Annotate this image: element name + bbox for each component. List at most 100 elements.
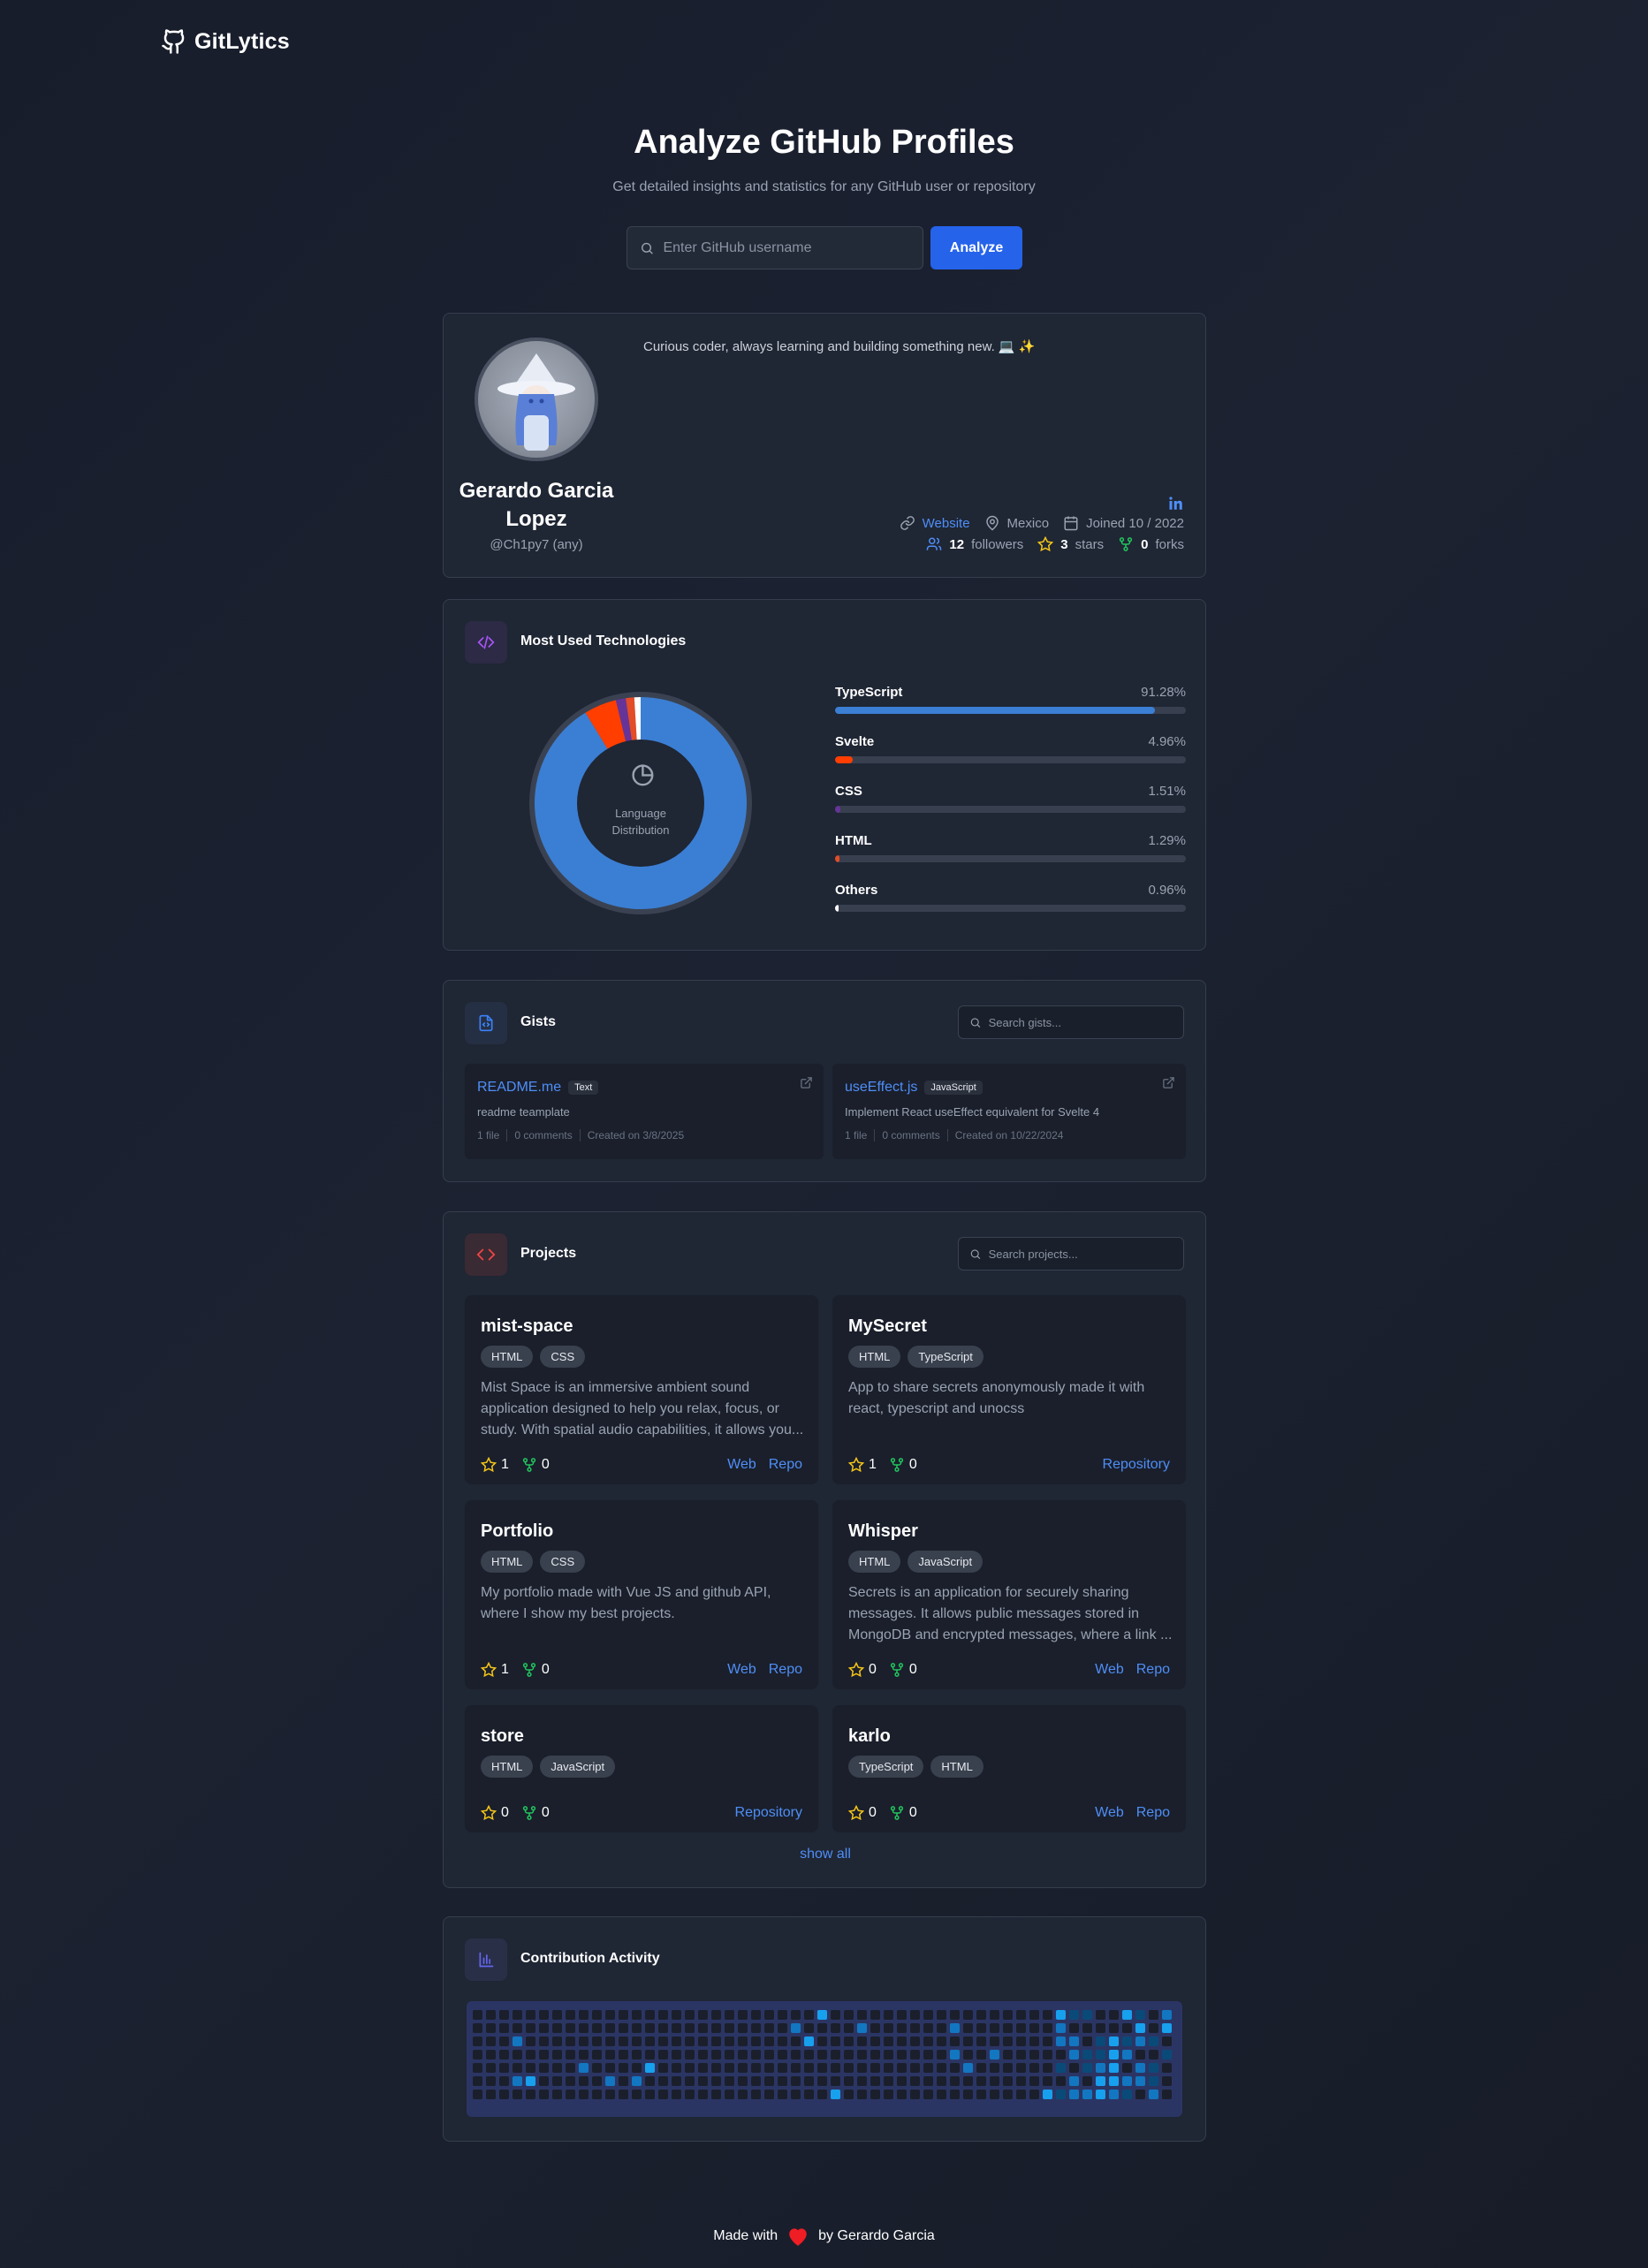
project-link-web[interactable]: Web (1095, 1805, 1124, 1821)
contribution-cell (619, 2063, 628, 2073)
project-card[interactable]: Portfolio HTML CSS My portfolio made with V… (465, 1500, 818, 1689)
external-link-icon[interactable] (800, 1076, 813, 1094)
contribution-cell (658, 2090, 668, 2099)
gist-card[interactable]: useEffect.js JavaScript Implement React … (832, 1064, 1186, 1159)
project-link-repo[interactable]: Repo (1136, 1662, 1170, 1678)
contribution-cell (950, 2076, 960, 2086)
project-name[interactable]: store (481, 1726, 524, 1747)
location: Mexico (1006, 515, 1050, 531)
contribution-cell (658, 2063, 668, 2073)
project-name[interactable]: Portfolio (481, 1521, 553, 1542)
contribution-cell (1122, 2063, 1132, 2073)
contribution-cell (539, 2010, 549, 2020)
projects-search-input[interactable] (988, 1247, 1173, 1261)
contribution-cell (1109, 2076, 1119, 2086)
contribution-cell (950, 2023, 960, 2033)
contribution-cell (526, 2076, 535, 2086)
search-icon (642, 242, 653, 254)
fork-icon (522, 1806, 536, 1820)
show-all-link[interactable]: show all (444, 1847, 1207, 1862)
contribution-cell (711, 2023, 721, 2033)
contribution-cell (632, 2076, 642, 2086)
project-card[interactable]: store HTML JavaScript 0 0 Repository (465, 1705, 818, 1832)
contribution-cell (791, 2023, 801, 2033)
contribution-cell (632, 2090, 642, 2099)
project-link-web[interactable]: Web (727, 1662, 756, 1678)
contribution-cell (738, 2090, 748, 2099)
contribution-cell (817, 2063, 827, 2073)
contribution-cell (976, 2076, 986, 2086)
project-link-web[interactable]: Web (727, 1457, 756, 1473)
project-card[interactable]: Whisper HTML JavaScript Secrets is an appli… (832, 1500, 1186, 1689)
contribution-cell (566, 2063, 575, 2073)
contribution-cell (1082, 2037, 1092, 2046)
language-row: Others 0.96% (835, 883, 1186, 912)
contribution-cell (645, 2076, 655, 2086)
project-link-repo[interactable]: Repo (769, 1662, 802, 1678)
contribution-cell (592, 2050, 602, 2059)
contribution-cell (672, 2050, 681, 2059)
gists-search-input[interactable] (988, 1015, 1173, 1029)
project-link-repo[interactable]: Repo (769, 1457, 802, 1473)
project-name[interactable]: Whisper (848, 1521, 918, 1542)
project-name[interactable]: mist-space (481, 1316, 573, 1337)
contribution-cell (1109, 2023, 1119, 2033)
contribution-cell (672, 2090, 681, 2099)
contribution-cell (844, 2023, 854, 2033)
gist-name[interactable]: useEffect.js (845, 1080, 917, 1096)
project-card[interactable]: MySecret HTML TypeScript App to share secre… (832, 1295, 1186, 1484)
contribution-cell (910, 2063, 920, 2073)
brand-logo[interactable]: GitLytics (161, 28, 290, 55)
gist-card[interactable]: README.me Text readme teamplate 1 file 0… (465, 1064, 824, 1159)
code-brackets-icon (476, 1248, 496, 1261)
language-bar-fill (835, 905, 839, 912)
project-card[interactable]: karlo TypeScript HTML 0 0 Web Repo (832, 1705, 1186, 1832)
contribution-cell (1096, 2010, 1105, 2020)
contribution-cell (592, 2023, 602, 2033)
contribution-cell (1109, 2050, 1119, 2059)
language-bar-fill (835, 806, 840, 813)
contribution-cell (804, 2050, 814, 2059)
contribution-cell (764, 2090, 774, 2099)
contribution-cell (566, 2010, 575, 2020)
analyze-button[interactable]: Analyze (930, 226, 1022, 269)
contribution-cell (897, 2037, 907, 2046)
contribution-cell (1122, 2076, 1132, 2086)
contribution-cell (1043, 2076, 1052, 2086)
project-card[interactable]: mist-space HTML CSS Mist Space is an immers… (465, 1295, 818, 1484)
project-link-repo[interactable]: Repo (1136, 1805, 1170, 1821)
gist-name[interactable]: README.me (477, 1080, 561, 1096)
project-tags: HTML JavaScript (481, 1756, 616, 1778)
project-footer: 0 0 Web Repo (848, 1805, 1170, 1821)
project-link-repository[interactable]: Repository (735, 1805, 802, 1821)
language-name: CSS (835, 784, 862, 799)
website-link[interactable]: Website (923, 516, 970, 531)
project-name[interactable]: MySecret (848, 1316, 927, 1337)
contribution-cell (937, 2023, 946, 2033)
contribution-cell (1162, 2010, 1172, 2020)
project-link-web[interactable]: Web (1095, 1662, 1124, 1678)
external-link-icon[interactable] (1162, 1076, 1175, 1094)
profile-card: Gerardo Garcia Lopez @Ch1py7 (any) Curio… (443, 313, 1206, 578)
contribution-cell (764, 2063, 774, 2073)
contribution-cell (1043, 2050, 1052, 2059)
contribution-cell (963, 2023, 973, 2033)
contribution-cell (711, 2010, 721, 2020)
linkedin-icon (1169, 497, 1182, 510)
project-tag: HTML (481, 1346, 534, 1368)
username-search (627, 226, 923, 269)
contribution-cell (605, 2063, 615, 2073)
contribution-cell (711, 2076, 721, 2086)
contribution-cell (566, 2076, 575, 2086)
username-input[interactable] (663, 239, 910, 256)
contribution-cell (486, 2076, 496, 2086)
project-name[interactable]: karlo (848, 1726, 891, 1747)
contribution-cell (1082, 2050, 1092, 2059)
project-link-repository[interactable]: Repository (1103, 1457, 1170, 1473)
language-row: TypeScript 91.28% (835, 685, 1186, 714)
linkedin-link[interactable] (1168, 496, 1184, 516)
project-tags: TypeScript HTML (848, 1756, 983, 1778)
contribution-cell (870, 2050, 880, 2059)
project-tag: HTML (481, 1756, 534, 1778)
contribution-cell (486, 2037, 496, 2046)
